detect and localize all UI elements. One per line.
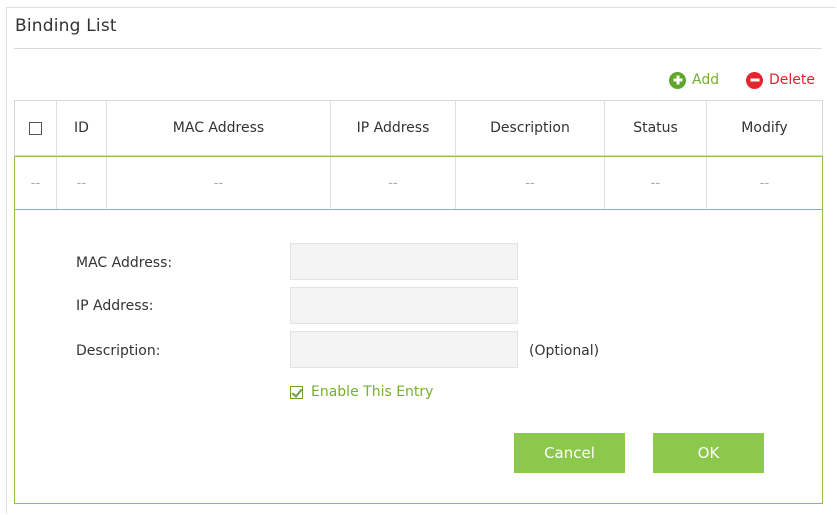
row-status-cell: -- xyxy=(605,157,707,209)
description-input[interactable] xyxy=(290,331,518,368)
ip-address-input[interactable] xyxy=(290,287,518,324)
checkbox-checked-icon xyxy=(290,385,303,399)
select-all-checkbox[interactable] xyxy=(29,121,42,135)
ip-address-label: IP Address: xyxy=(76,298,154,314)
header-description: Description xyxy=(456,101,605,155)
add-label: Add xyxy=(692,72,720,88)
row-id-cell: -- xyxy=(57,157,107,209)
add-button[interactable]: Add xyxy=(669,70,719,90)
row-select-cell: -- xyxy=(15,157,57,209)
description-label: Description: xyxy=(76,343,161,359)
cancel-button[interactable]: Cancel xyxy=(514,433,625,473)
enable-entry-label: Enable This Entry xyxy=(311,384,434,400)
enable-entry-checkbox[interactable]: Enable This Entry xyxy=(290,384,433,400)
section-title: Binding List xyxy=(15,16,117,36)
row-mac-cell: -- xyxy=(107,157,331,209)
delete-button[interactable]: Delete xyxy=(746,70,815,90)
header-modify: Modify xyxy=(741,120,788,136)
header-status: Status xyxy=(605,101,707,155)
row-modify-cell: -- xyxy=(759,175,770,191)
header-id: ID xyxy=(57,101,107,155)
delete-label: Delete xyxy=(769,72,815,88)
header-ip-address: IP Address xyxy=(331,101,456,155)
minus-circle-icon xyxy=(746,71,763,89)
title-divider xyxy=(14,48,822,49)
table-row: -- -- -- -- -- -- -- xyxy=(14,156,823,210)
row-description-cell: -- xyxy=(456,157,605,209)
header-mac-address: MAC Address xyxy=(107,101,331,155)
mac-address-input[interactable] xyxy=(290,243,518,280)
table-header: ID MAC Address IP Address Description St… xyxy=(14,100,823,156)
plus-circle-icon xyxy=(669,71,686,89)
mac-address-label: MAC Address: xyxy=(76,255,173,271)
row-ip-cell: -- xyxy=(331,157,456,209)
header-select-cell xyxy=(15,101,57,155)
ok-button[interactable]: OK xyxy=(653,433,764,473)
optional-hint: (Optional) xyxy=(529,343,600,359)
